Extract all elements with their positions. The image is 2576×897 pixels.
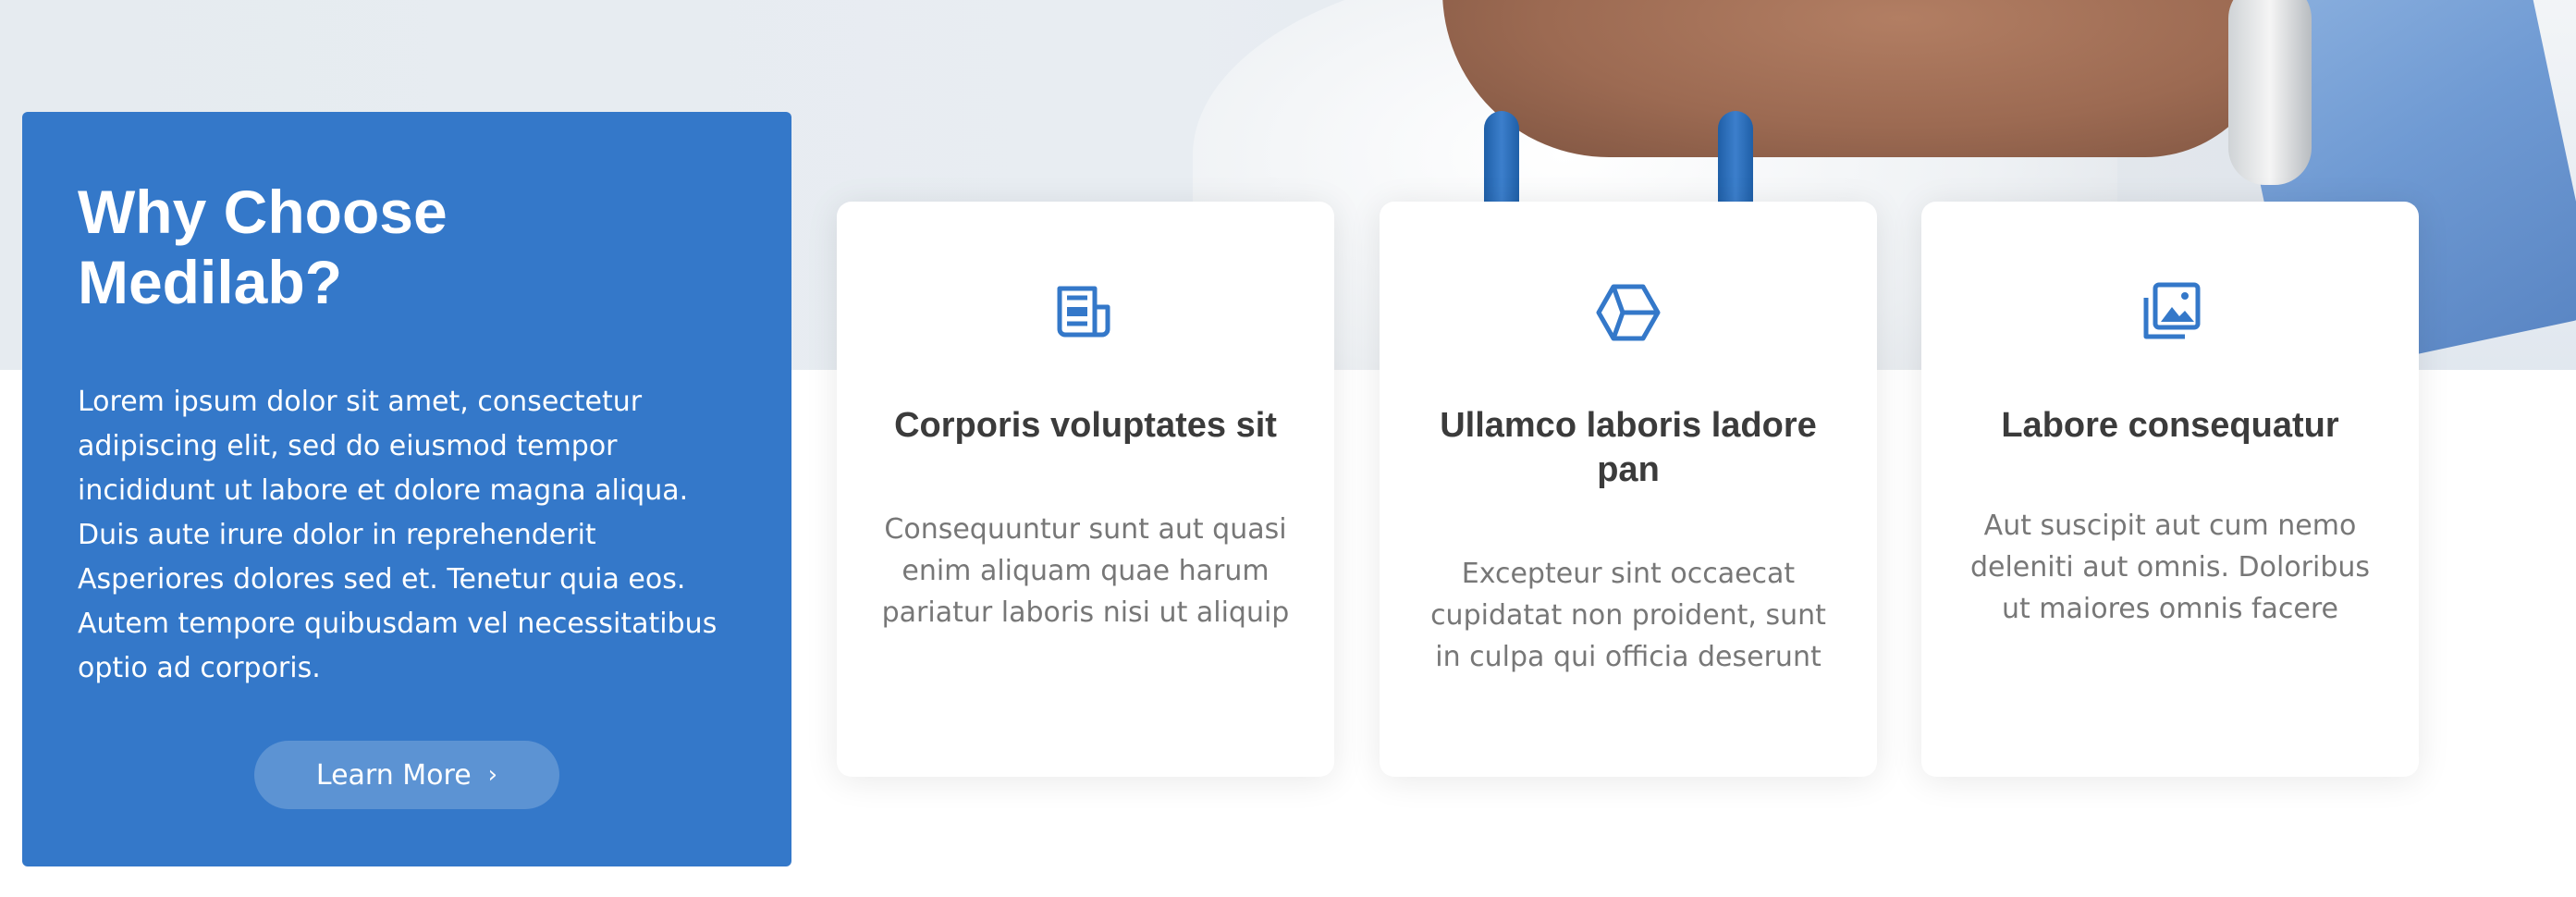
feature-card: Ullamco laboris ladore pan Excepteur sin… [1380, 202, 1877, 777]
images-icon [2143, 282, 2201, 339]
card-title: Ullamco laboris ladore pan [1440, 406, 1817, 489]
card-description: Aut suscipit aut cum nemo deleniti aut o… [1969, 510, 2371, 625]
why-description: Lorem ipsum dolor sit amet, consectetur … [78, 386, 718, 684]
card-description: Excepteur sint occaecat cupidatat non pr… [1430, 558, 1826, 673]
why-title: Why Choose Medilab? [78, 178, 448, 316]
chevron-right-icon: › [487, 761, 498, 789]
feature-card: Corporis voluptates sit Consequuntur sun… [837, 202, 1334, 777]
feature-card: Labore consequatur Aut suscipit aut cum … [1921, 202, 2419, 777]
card-description: Consequuntur sunt aut quasi enim aliquam… [881, 513, 1290, 629]
learn-more-button[interactable]: Learn More › [254, 741, 559, 809]
card-title: Labore consequatur [2001, 406, 2339, 445]
why-choose-box: Why Choose Medilab? Lorem ipsum dolor si… [22, 112, 791, 866]
newspaper-icon [1057, 286, 1110, 338]
card-title: Corporis voluptates sit [894, 406, 1277, 445]
learn-more-label: Learn More [315, 758, 472, 792]
box-icon [1596, 284, 1661, 341]
